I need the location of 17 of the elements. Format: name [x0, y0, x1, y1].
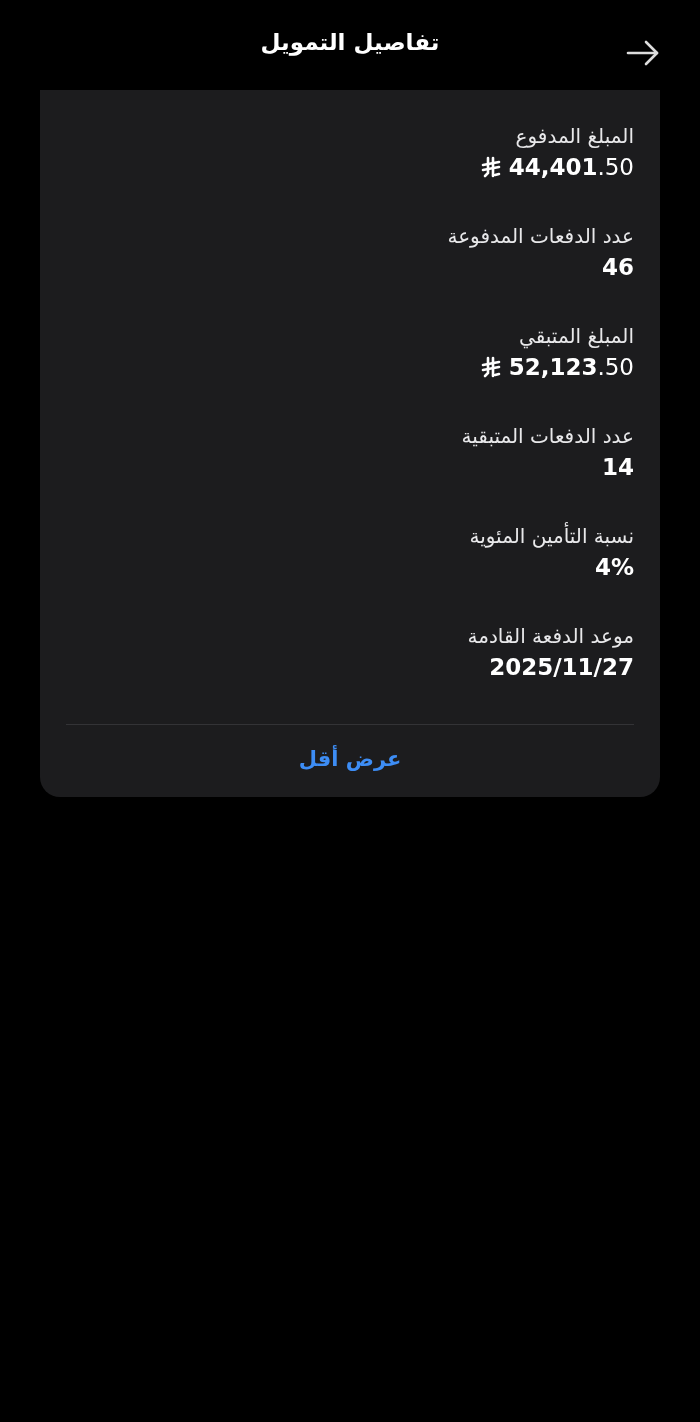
- detail-value: 44,401.50: [508, 154, 634, 180]
- detail-value: 4%: [594, 554, 634, 580]
- show-less-button[interactable]: عرض أقل: [288, 725, 412, 797]
- detail-label: عدد الدفعات المدفوعة: [447, 224, 634, 248]
- detail-value: 52,123.50: [508, 354, 634, 380]
- detail-label: نسبة التأمين المئوية: [469, 524, 634, 548]
- currency-icon: [480, 356, 501, 378]
- screen-title: تفاصيل التمويل: [260, 29, 440, 55]
- detail-label: المبلغ المتبقي: [519, 324, 634, 348]
- arrow-right-icon[interactable]: [626, 40, 660, 66]
- detail-value: 14: [602, 454, 634, 480]
- detail-label: المبلغ المدفوع: [515, 124, 634, 148]
- detail-label: عدد الدفعات المتبقية: [461, 424, 634, 448]
- detail-value: 46: [602, 254, 634, 280]
- currency-icon: [480, 156, 501, 178]
- detail-value: 2025/11/27: [489, 654, 634, 680]
- detail-label: موعد الدفعة القادمة: [467, 624, 634, 648]
